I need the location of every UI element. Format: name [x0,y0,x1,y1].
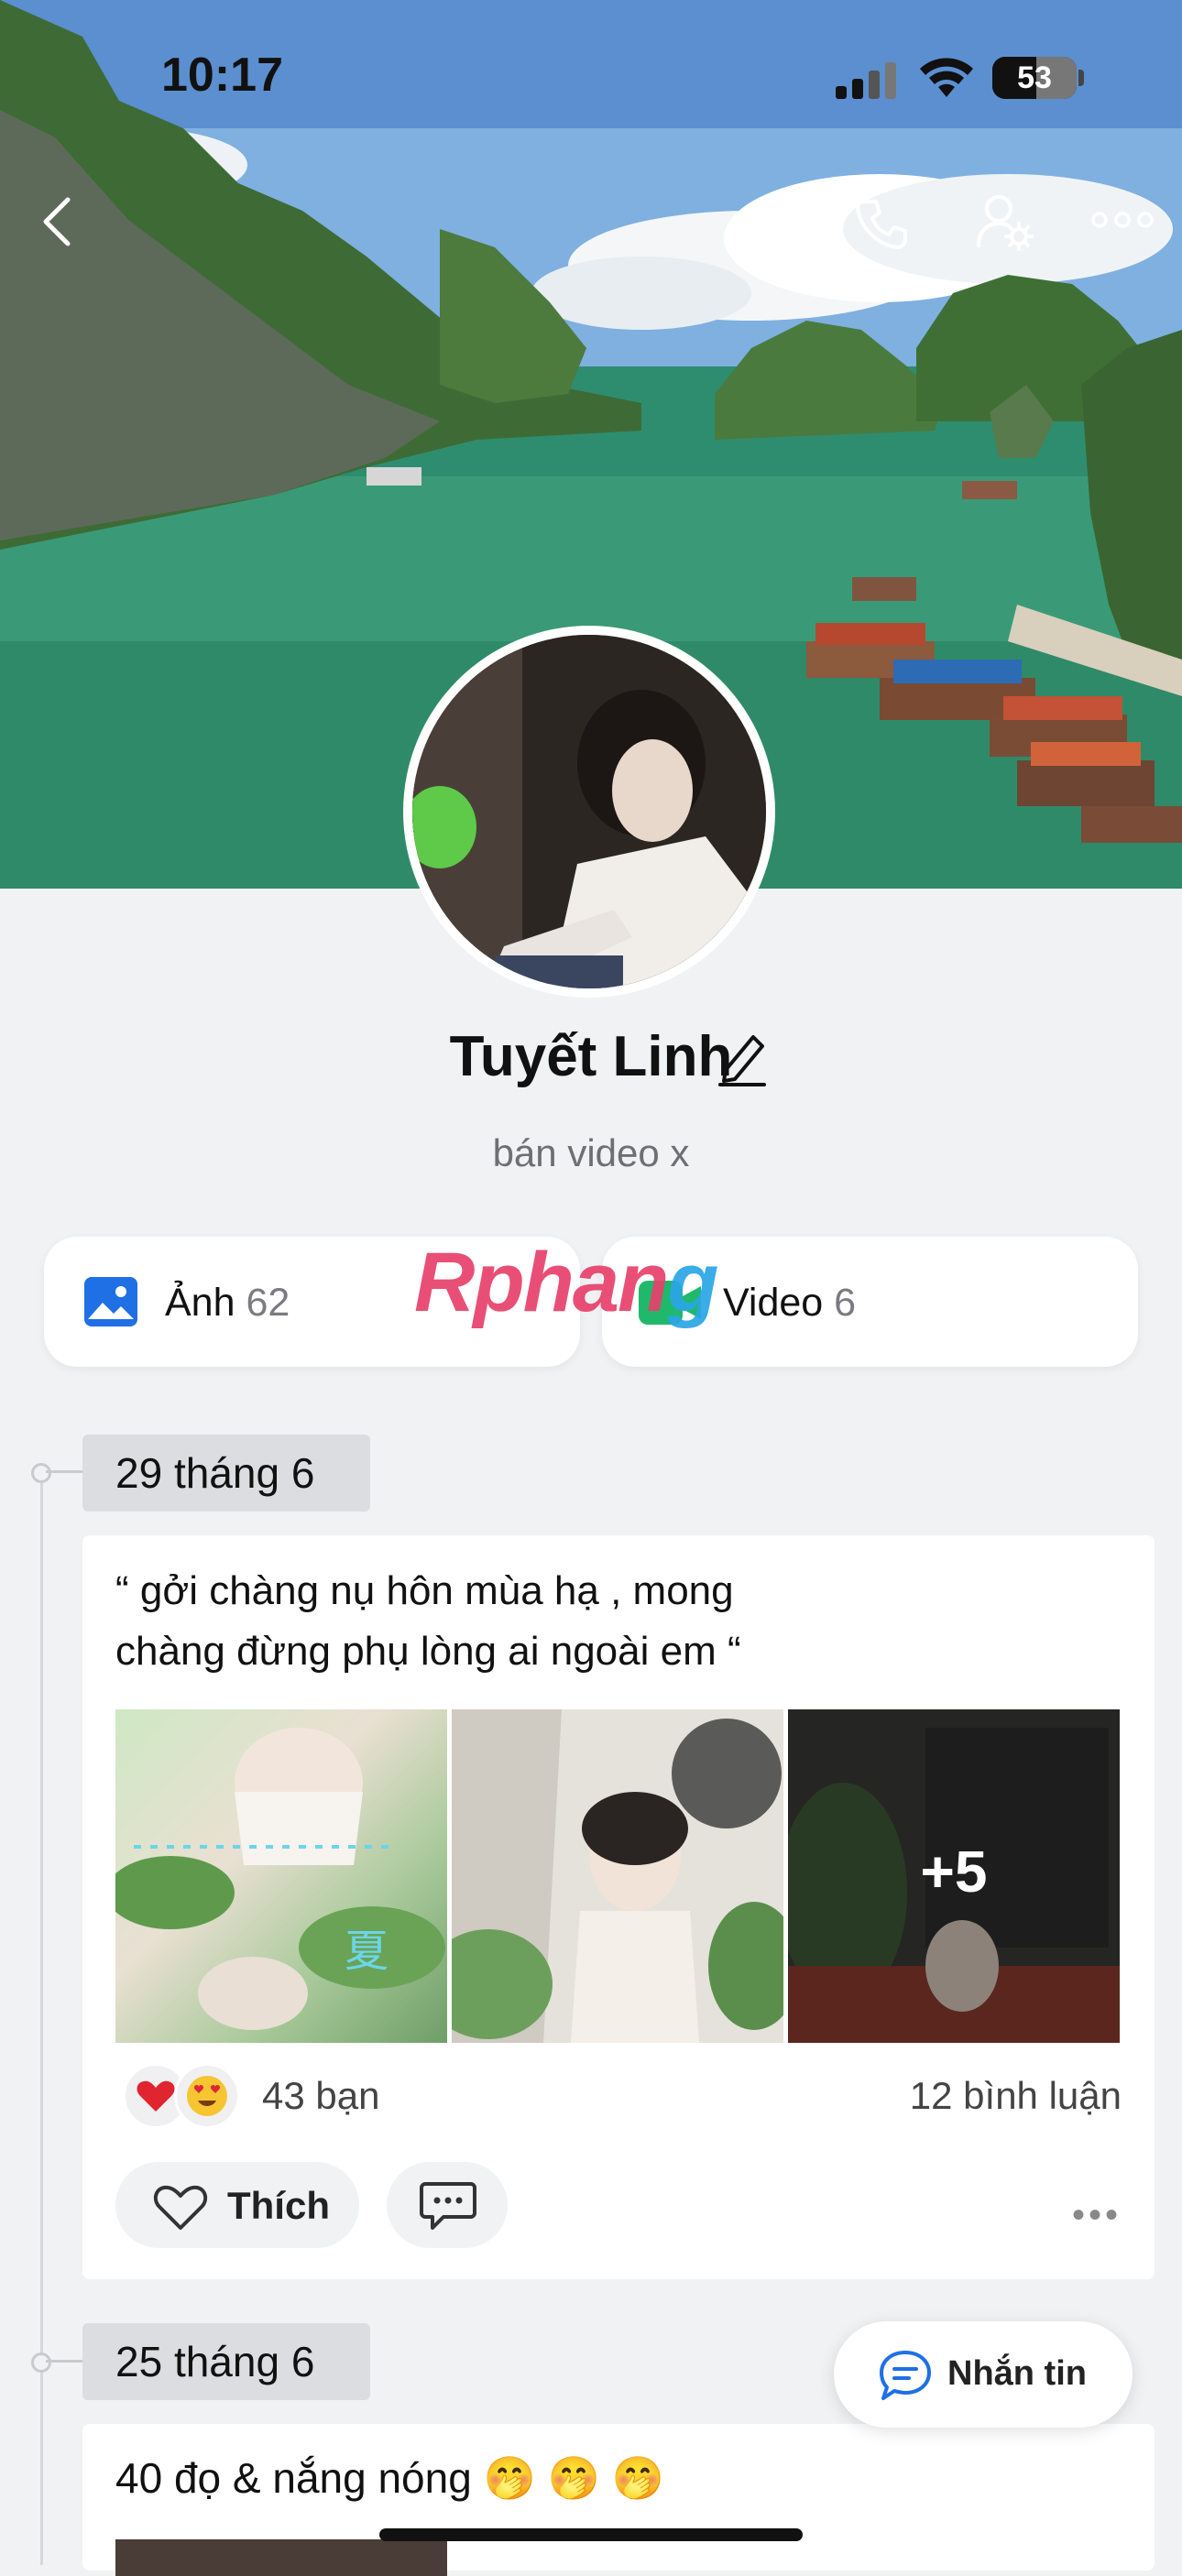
post-text: 40 đọ & nắng nóng 🤭 🤭 🤭 [115,2454,664,2502]
post-text: “ gởi chàng nụ hôn mùa hạ , mong chàng đ… [115,1568,741,1674]
heart-icon [153,2185,208,2230]
battery-tip [1078,70,1084,86]
comment-button[interactable] [387,2162,508,2248]
photo-icon [84,1277,137,1326]
like-label: Thích [227,2184,330,2227]
photos-count: 62 [246,1281,290,1325]
post-date: 29 tháng 6 [82,1435,370,1512]
timeline-tick [46,1470,86,1473]
profile-bio: bán video x [492,1131,690,1174]
avatar-photo [412,635,766,988]
back-icon[interactable] [40,196,73,247]
timeline-line [40,1466,43,2565]
message-label: Nhắn tin [947,2354,1087,2393]
videos-tab-label: Video 6 [723,1281,857,1325]
watermark-logo: Rphang [414,1236,718,1329]
user-settings-icon[interactable] [975,192,1034,253]
post-card: 40 đọ & nắng nóng 🤭 🤭 🤭 [82,2424,1155,2576]
post-photo-1[interactable] [115,2539,447,2576]
edit-icon[interactable] [717,1030,768,1086]
profile-name: Tuyết Linh [449,1025,733,1088]
comment-count[interactable]: 12 bình luận [910,2074,1122,2118]
message-icon [880,2351,931,2400]
love-eyes-reaction-icon [174,2063,240,2129]
comment-icon [420,2182,476,2230]
timeline-tick [46,2360,86,2363]
message-button[interactable]: Nhắn tin [834,2321,1133,2428]
more-photos-count: +5 [920,1839,988,1905]
wifi-icon [920,58,973,97]
post-more-icon[interactable]: ••• [1072,2195,1122,2236]
like-button[interactable]: Thích [115,2162,359,2248]
timeline-dot [31,1463,51,1483]
more-icon[interactable] [1090,211,1155,229]
timeline-dot [31,2352,51,2373]
post-card: “ gởi chàng nụ hôn mùa hạ , mong chàng đ… [82,1535,1155,2279]
reaction-icons[interactable] [123,2063,251,2131]
videos-count: 6 [834,1281,857,1325]
post-photo-2[interactable] [452,1709,783,2043]
reaction-count[interactable]: 43 bạn [262,2074,379,2118]
post-photo-3[interactable]: +5 [788,1709,1120,2043]
battery-indicator: 53 [992,57,1077,99]
svg-text:夏: 夏 [345,1926,389,1977]
photos-tab-label: Ảnh 62 [165,1281,290,1325]
home-indicator[interactable] [379,2528,803,2541]
avatar[interactable] [403,626,775,998]
battery-level: 53 [1017,60,1052,95]
status-bar: 10:17 53 [0,0,1182,156]
cellular-signal-icon [836,62,896,99]
post-photo-1[interactable]: 夏 [115,1709,447,2043]
status-time: 10:17 [161,49,283,102]
phone-icon[interactable] [854,196,909,251]
post-date: 25 tháng 6 [82,2323,370,2400]
